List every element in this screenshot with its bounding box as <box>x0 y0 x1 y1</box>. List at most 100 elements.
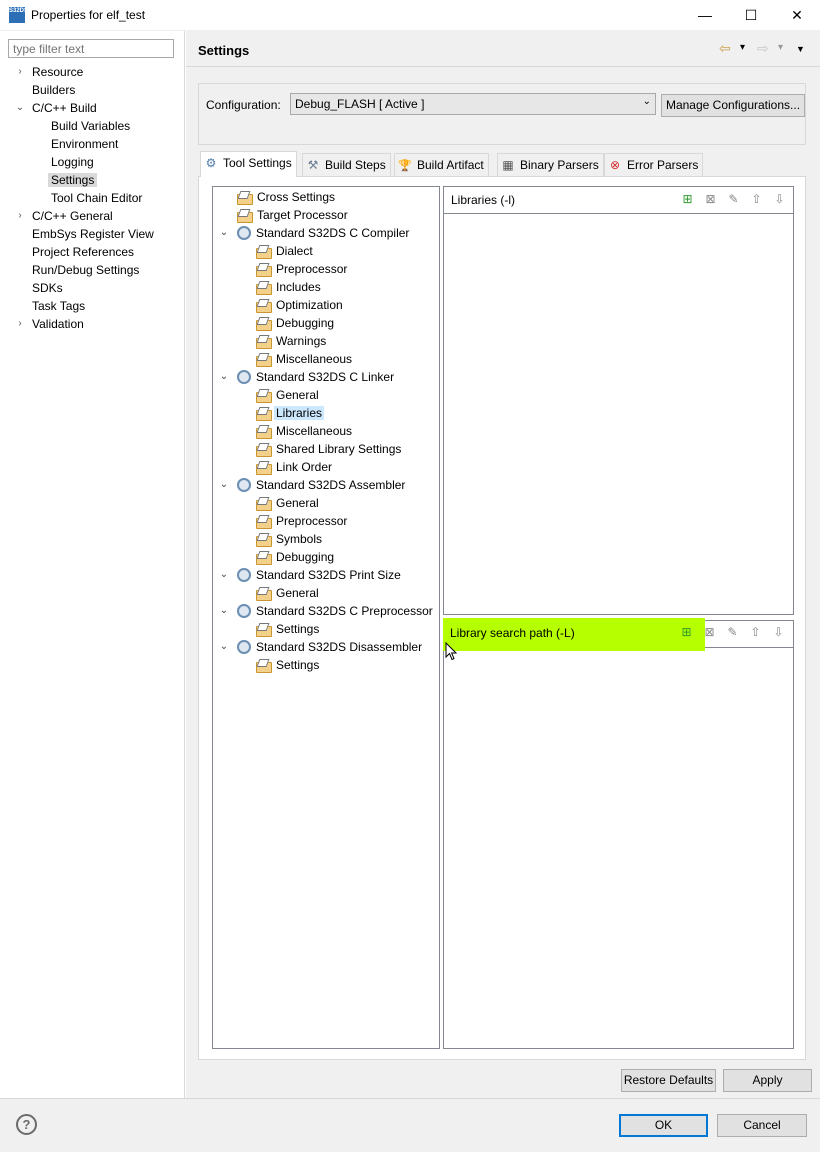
settings-folder-icon <box>256 281 272 295</box>
cancel-button[interactable]: Cancel <box>717 1114 807 1137</box>
tab-binary-parsers[interactable]: ▦ Binary Parsers <box>497 153 604 176</box>
tree-item[interactable]: Symbols <box>213 530 439 548</box>
nav-item-embsys-register-view[interactable]: EmbSys Register View <box>0 225 184 243</box>
add-icon[interactable]: ⊞ <box>676 192 699 206</box>
tree-item[interactable]: Includes <box>213 278 439 296</box>
chevron-right-icon[interactable]: › <box>15 315 25 333</box>
nav-item-label: Environment <box>51 137 119 151</box>
settings-folder-icon <box>256 335 272 349</box>
tree-item[interactable]: Preprocessor <box>213 260 439 278</box>
delete-icon[interactable]: ⊠ <box>699 192 722 206</box>
chevron-right-icon[interactable]: › <box>15 207 25 225</box>
add-icon[interactable]: ⊞ <box>675 625 698 639</box>
tree-item[interactable]: Miscellaneous <box>213 350 439 368</box>
nav-item-resource[interactable]: › Resource <box>0 63 184 81</box>
maximize-button[interactable]: ☐ <box>728 0 774 31</box>
tab-build-artifact[interactable]: 🏆 Build Artifact <box>394 153 489 176</box>
tree-item[interactable]: General <box>213 386 439 404</box>
tree-item[interactable]: Link Order <box>213 458 439 476</box>
forward-arrow-icon[interactable]: ⇨ <box>757 40 769 57</box>
tree-item[interactable]: Dialect <box>213 242 439 260</box>
nav-item-label: C/C++ Build <box>32 101 97 115</box>
chevron-down-icon[interactable]: ⌄ <box>219 638 229 656</box>
nav-item-project-references[interactable]: Project References <box>0 243 184 261</box>
library-search-path-list[interactable] <box>443 620 794 1049</box>
tree-item[interactable]: ⌄ Standard S32DS Disassembler <box>213 638 439 656</box>
minimize-button[interactable]: — <box>682 0 728 31</box>
chevron-down-icon[interactable]: ⌄ <box>219 224 229 242</box>
tree-item[interactable]: ⌄ Standard S32DS Assembler <box>213 476 439 494</box>
help-icon[interactable]: ? <box>16 1114 37 1135</box>
nav-item-build-variables[interactable]: Build Variables <box>0 117 184 135</box>
filter-input[interactable] <box>8 39 174 58</box>
chevron-down-icon[interactable]: ⌄ <box>15 99 25 117</box>
chevron-down-icon[interactable]: ⌄ <box>219 476 229 494</box>
tab-label: Build Artifact <box>417 158 484 172</box>
move-down-icon[interactable]: ⇩ <box>768 192 791 206</box>
tree-item[interactable]: ⌄ Standard S32DS C Compiler <box>213 224 439 242</box>
tree-item-label: Preprocessor <box>276 514 348 528</box>
tab-build-steps[interactable]: ⚒ Build Steps <box>302 153 391 176</box>
move-down-icon[interactable]: ⇩ <box>767 625 790 639</box>
tree-item[interactable]: Debugging <box>213 314 439 332</box>
chevron-down-icon[interactable]: ⌄ <box>219 602 229 620</box>
tree-item[interactable]: Libraries <box>213 404 439 422</box>
move-up-icon[interactable]: ⇧ <box>744 625 767 639</box>
nav-item-cc-general[interactable]: › C/C++ General <box>0 207 184 225</box>
apply-button[interactable]: Apply <box>723 1069 812 1092</box>
tree-item[interactable]: General <box>213 494 439 512</box>
edit-icon[interactable]: ✎ <box>721 625 744 639</box>
tree-item[interactable]: Warnings <box>213 332 439 350</box>
tab-label: Build Steps <box>325 158 386 172</box>
tree-item[interactable]: Settings <box>213 620 439 638</box>
tree-item[interactable]: Preprocessor <box>213 512 439 530</box>
forward-history-dropdown-icon[interactable]: ▾ <box>778 42 783 53</box>
tree-item[interactable]: Debugging <box>213 548 439 566</box>
chevron-down-icon[interactable]: ⌄ <box>219 368 229 386</box>
nav-item-label: SDKs <box>32 281 63 295</box>
tree-item[interactable]: General <box>213 584 439 602</box>
nav-item-builders[interactable]: Builders <box>0 81 184 99</box>
configuration-label: Configuration: <box>206 98 281 112</box>
nav-item-label: Build Variables <box>51 119 131 133</box>
nav-item-sdks[interactable]: SDKs <box>0 279 184 297</box>
nav-item-task-tags[interactable]: Task Tags <box>0 297 184 315</box>
chevron-right-icon[interactable]: › <box>15 63 25 81</box>
tree-item[interactable]: Settings <box>213 656 439 674</box>
back-arrow-icon[interactable]: ⇦ <box>719 40 731 57</box>
nav-item-logging[interactable]: Logging <box>0 153 184 171</box>
tool-icon <box>237 640 251 654</box>
tree-item[interactable]: ⌄ Standard S32DS Print Size <box>213 566 439 584</box>
back-history-dropdown-icon[interactable]: ▾ <box>740 42 745 53</box>
tree-item[interactable]: ⌄ Standard S32DS C Preprocessor <box>213 602 439 620</box>
tree-item-label: Libraries <box>274 406 325 420</box>
tab-error-parsers[interactable]: ⊗ Error Parsers <box>604 153 704 176</box>
tree-item[interactable]: Optimization <box>213 296 439 314</box>
ok-button[interactable]: OK <box>619 1114 708 1137</box>
view-menu-icon[interactable]: ▼ <box>796 44 805 54</box>
tree-item[interactable]: Miscellaneous <box>213 422 439 440</box>
nav-item-settings[interactable]: Settings <box>0 171 184 189</box>
move-up-icon[interactable]: ⇧ <box>745 192 768 206</box>
tree-item[interactable]: Shared Library Settings <box>213 440 439 458</box>
restore-defaults-button[interactable]: Restore Defaults <box>621 1069 716 1092</box>
libraries-list-title: Libraries (-l) <box>451 193 516 207</box>
nav-item-tool-chain-editor[interactable]: Tool Chain Editor <box>0 189 184 207</box>
tree-item[interactable]: Target Processor <box>213 206 439 224</box>
nav-item-cc-build[interactable]: ⌄ C/C++ Build <box>0 99 184 117</box>
manage-configurations-button[interactable]: Manage Configurations... <box>661 94 805 117</box>
tree-item[interactable]: ⌄ Standard S32DS C Linker <box>213 368 439 386</box>
chevron-down-icon[interactable]: ⌄ <box>219 566 229 584</box>
close-button[interactable]: ✕ <box>774 0 820 31</box>
tree-item[interactable]: Cross Settings <box>213 188 439 206</box>
configuration-select[interactable]: Debug_FLASH [ Active ] ⌄ <box>290 93 656 115</box>
settings-folder-icon <box>256 443 272 457</box>
libraries-list[interactable]: Libraries (-l) ⊞ ⊠ ✎ ⇧ ⇩ <box>443 186 794 615</box>
delete-icon[interactable]: ⊠ <box>698 625 721 639</box>
edit-icon[interactable]: ✎ <box>722 192 745 206</box>
nav-item-label: EmbSys Register View <box>32 227 154 241</box>
tab-tool-settings[interactable]: ⚙ Tool Settings <box>200 151 297 177</box>
nav-item-run-debug-settings[interactable]: Run/Debug Settings <box>0 261 184 279</box>
nav-item-validation[interactable]: › Validation <box>0 315 184 333</box>
nav-item-environment[interactable]: Environment <box>0 135 184 153</box>
